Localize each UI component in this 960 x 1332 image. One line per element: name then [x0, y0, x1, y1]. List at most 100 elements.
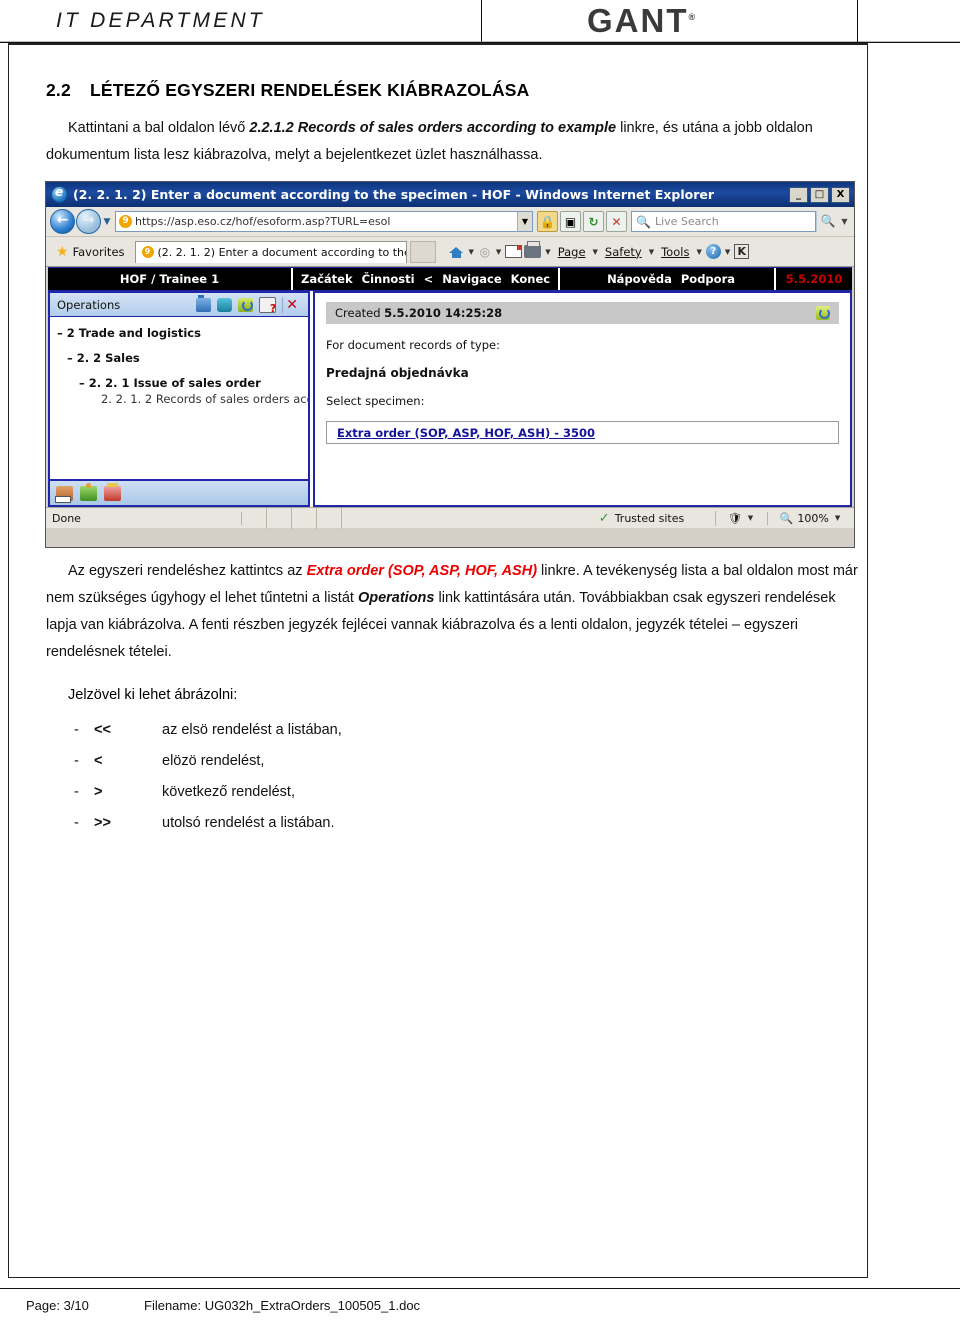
safety-menu-label: Safety [604, 244, 642, 259]
hof-menu-navigace[interactable]: Navigace [442, 272, 501, 286]
refresh-icon[interactable] [816, 306, 830, 320]
tools-chevron-down-icon[interactable]: ▼ [694, 248, 703, 256]
recent-pages-chevron-down-icon[interactable]: ▼ [101, 217, 113, 227]
stop-icon[interactable]: ✕ [606, 211, 627, 232]
security-lock-icon[interactable]: 🔒 [537, 211, 558, 232]
page-chevron-down-icon[interactable]: ▼ [591, 248, 600, 256]
hof-menu-napoveda[interactable]: Nápověda [607, 272, 672, 286]
hof-menu-group-1: Začátek Činnosti < Navigace Konec [293, 268, 561, 290]
tree-item-issue-of-sales-order[interactable]: – 2. 2. 1 Issue of sales order [79, 376, 308, 390]
status-segment [242, 507, 267, 529]
search-submit-icon[interactable]: 🔍 [816, 211, 839, 232]
status-text: Done [46, 511, 242, 525]
intro-link-reference: 2.2.1.2 Records of sales orders accordin… [249, 120, 617, 136]
list-symbol-next: > [94, 784, 103, 800]
operations-tree: – 2 Trade and logistics – 2. 2 Sales – 2… [50, 317, 308, 479]
specimen-link-extra-order[interactable]: Extra order (SOP, ASP, HOF, ASH) - 3500 [337, 426, 595, 440]
list-dash: - [74, 722, 79, 738]
back-arrow-icon[interactable] [55, 485, 73, 503]
zoom-chevron-down-icon[interactable]: ▼ [833, 514, 842, 522]
site-favicon-icon: 9 [119, 215, 132, 228]
mail-icon[interactable] [505, 245, 523, 258]
refresh-icon[interactable]: ↻ [583, 211, 604, 232]
rss-feeds-icon[interactable]: ◎ [478, 245, 492, 259]
search-placeholder: Live Search [654, 215, 719, 228]
address-url: https://asp.eso.cz/hof/esoform.asp?TURL=… [135, 215, 391, 228]
gant-logo: GANT® [587, 4, 695, 37]
safety-chevron-down-icon[interactable]: ▼ [647, 248, 656, 256]
select-specimen-label: Select specimen: [326, 394, 425, 408]
list-intro: Jelzövel ki lehet ábrázolni: [68, 687, 238, 703]
tree-item-trade-and-logistics[interactable]: – 2 Trade and logistics [57, 326, 308, 340]
tools-menu-label: Tools [661, 244, 690, 259]
back-button-icon[interactable]: ← [50, 209, 75, 234]
search-provider-chevron-down-icon[interactable]: ▼ [839, 217, 850, 226]
address-bar[interactable]: 9 https://asp.eso.cz/hof/esoform.asp?TUR… [115, 211, 533, 232]
tree-item-sales[interactable]: – 2. 2 Sales [67, 351, 308, 365]
search-icon: 🔍 [636, 214, 651, 229]
refresh-icon[interactable] [238, 297, 254, 312]
favorites-button[interactable]: ★ Favorites [50, 244, 131, 260]
hof-menu-cinnosti[interactable]: Činnosti [362, 272, 415, 286]
created-label: Created [335, 306, 385, 320]
minimize-button[interactable]: _ [789, 186, 808, 203]
intro-paragraph: Kattintani a bal oldalon lévő 2.2.1.2 Re… [46, 115, 864, 169]
document-help-icon[interactable] [259, 296, 277, 315]
list-text-next: következő rendelést, [162, 784, 295, 800]
operations-panel-title[interactable]: Operations [50, 298, 196, 312]
description-paragraph: Az egyszeri rendeléshez kattintcs az Ext… [46, 558, 864, 666]
browser-tab[interactable]: 9 (2. 2. 1. 2) Enter a document accordin… [134, 240, 407, 263]
status-segment [267, 507, 292, 529]
print-icon[interactable] [524, 241, 542, 258]
hof-menu-konec[interactable]: Konec [511, 272, 550, 286]
hof-menu-podpora[interactable]: Podpora [681, 272, 735, 286]
address-dropdown-icon[interactable]: ▼ [517, 212, 532, 231]
section-heading: 2.2 LÉTEZŐ EGYSZERI RENDELÉSEK KIÁBRAZOLÁ… [46, 80, 864, 101]
new-folder-icon[interactable] [196, 294, 212, 312]
browser-screenshot: (2. 2. 1. 2) Enter a document according … [45, 181, 855, 548]
list-dash: - [74, 815, 79, 831]
list-item: - >> utolsó rendelést a listában. [46, 808, 864, 839]
created-bar: Created 5.5.2010 14:25:28 [326, 302, 839, 324]
favorites-label: Favorites [72, 244, 125, 259]
home-icon[interactable] [448, 244, 465, 259]
navigation-symbols-list: - << az elsö rendelést a listában, - < e… [46, 715, 864, 839]
protected-mode-indicator[interactable]: 🛡 ▼ [716, 511, 768, 525]
section-number: 2.2 [46, 80, 71, 100]
compatibility-view-icon[interactable]: ▣ [560, 211, 581, 232]
hof-menu-group-2: Nápověda Podpora [560, 268, 774, 290]
new-tab-button[interactable] [409, 240, 436, 263]
tools-menu[interactable]: Tools [658, 245, 692, 259]
print-chevron-down-icon[interactable]: ▼ [543, 248, 552, 256]
database-icon[interactable] [217, 297, 233, 312]
hof-user-label: HOF / Trainee 1 [48, 268, 293, 290]
page-menu[interactable]: Page [555, 245, 589, 259]
archive-box-icon[interactable] [104, 482, 121, 501]
list-item: - > következő rendelést, [46, 777, 864, 808]
hof-date: 5.5.2010 [774, 268, 852, 290]
desc-operations-reference: Operations [357, 590, 435, 606]
kaspersky-icon[interactable]: K [734, 244, 750, 259]
maximize-button[interactable]: □ [810, 186, 829, 203]
document-type-value: Predajná objednávka [326, 366, 469, 380]
gant-logo-text: GANT [587, 2, 689, 39]
security-zone-indicator[interactable]: ✓ Trusted sites [568, 510, 716, 526]
close-panel-icon[interactable]: ✕ [282, 296, 304, 313]
home-chevron-down-icon[interactable]: ▼ [467, 248, 476, 256]
help-icon[interactable]: ? [705, 244, 721, 259]
hof-menu-zacatek[interactable]: Začátek [301, 272, 353, 286]
protected-mode-chevron-down-icon[interactable]: ▼ [746, 514, 755, 522]
zoom-control[interactable]: 🔍 100% ▼ [768, 512, 854, 525]
close-button[interactable]: X [831, 186, 850, 203]
forward-button-icon[interactable]: → [76, 209, 101, 234]
search-input[interactable]: 🔍 Live Search [631, 211, 816, 232]
tab-label: (2. 2. 1. 2) Enter a document according … [157, 245, 406, 259]
safety-menu[interactable]: Safety [602, 245, 645, 259]
help-chevron-down-icon[interactable]: ▼ [723, 248, 732, 256]
tree-item-records-of-sales-orders[interactable]: 2. 2. 1. 2 Records of sales orders accor… [101, 392, 308, 406]
tree-view-icon[interactable] [80, 482, 97, 501]
list-symbol-previous: < [94, 753, 103, 769]
feeds-chevron-down-icon[interactable]: ▼ [494, 248, 503, 256]
hof-menu-back-icon[interactable]: < [424, 272, 434, 286]
internet-explorer-icon [51, 185, 68, 203]
